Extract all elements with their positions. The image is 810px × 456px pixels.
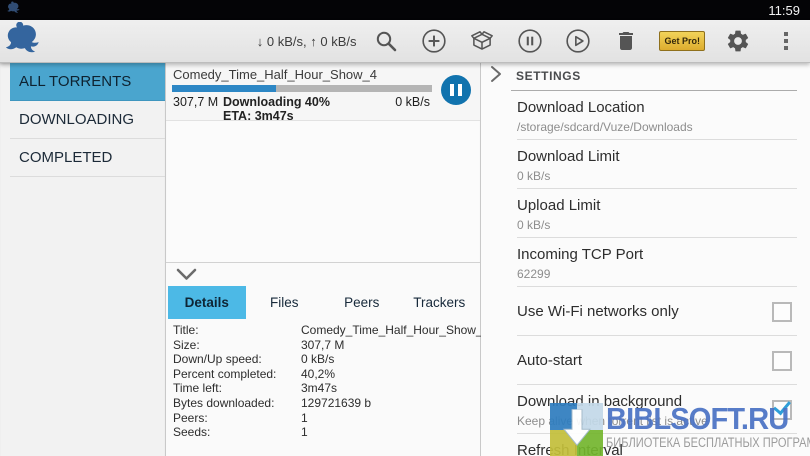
get-pro-button[interactable]: Get Pro!	[659, 31, 705, 51]
open-box-icon	[469, 28, 495, 54]
filter-sidebar: ALL TORRENTS DOWNLOADING COMPLETED	[0, 62, 166, 456]
search-icon	[374, 29, 398, 53]
settings-panel: SETTINGS Download Location /storage/sdca…	[481, 62, 810, 456]
torrent-size: 307,7 M	[173, 95, 223, 123]
sidebar-item-all-torrents[interactable]: ALL TORRENTS	[10, 63, 165, 101]
vuze-frog-logo[interactable]	[5, 22, 43, 62]
status-bar: 11:59	[0, 0, 810, 20]
torrent-eta: ETA: 3m47s	[223, 109, 395, 123]
wifi-only-checkbox[interactable]	[772, 302, 792, 322]
content-area: ALL TORRENTS DOWNLOADING COMPLETED Comed…	[0, 62, 810, 456]
overflow-dots-icon	[784, 32, 788, 50]
tab-peers[interactable]: Peers	[323, 286, 401, 319]
auto-start-checkbox[interactable]	[772, 351, 792, 371]
setting-wifi-only[interactable]: Use Wi-Fi networks only	[481, 287, 810, 336]
overflow-menu-button[interactable]	[773, 28, 799, 54]
settings-header: SETTINGS	[481, 62, 810, 90]
tab-details[interactable]: Details	[168, 286, 246, 319]
torrent-status: Downloading 40%	[223, 95, 395, 109]
play-circle-icon	[565, 28, 591, 54]
gear-icon	[725, 28, 751, 54]
torrent-speed: 0 kB/s	[395, 95, 430, 123]
setting-refresh-interval[interactable]: Refresh Interval	[481, 434, 810, 456]
app-screen: 11:59 ↓ 0 kB/s, ↑ 0 kB/s	[0, 0, 810, 456]
action-bar: ↓ 0 kB/s, ↑ 0 kB/s	[0, 20, 810, 63]
setting-upload-limit[interactable]: Upload Limit 0 kB/s	[481, 189, 810, 238]
detail-row-bytes: Bytes downloaded:129721639 b	[173, 396, 474, 411]
sidebar-item-completed[interactable]: COMPLETED	[10, 139, 165, 177]
setting-incoming-tcp-port[interactable]: Incoming TCP Port 62299	[481, 238, 810, 287]
detail-row-percent: Percent completed:40,2%	[173, 367, 474, 382]
setting-download-in-background[interactable]: Download in background Keep alive when t…	[481, 385, 810, 434]
open-torrent-file-button[interactable]	[469, 28, 495, 54]
detail-row-peers: Peers:1	[173, 411, 474, 426]
setting-auto-start[interactable]: Auto-start	[481, 336, 810, 385]
detail-row-title: Title:Comedy_Time_Half_Hour_Show_4	[173, 323, 474, 338]
pause-all-button[interactable]	[517, 28, 543, 54]
details-tab-bar: Details Files Peers Trackers	[168, 286, 478, 319]
vuze-notification-frog-icon	[7, 1, 21, 20]
delete-torrent-button[interactable]	[613, 28, 639, 54]
details-table: Title:Comedy_Time_Half_Hour_Show_4 Size:…	[173, 323, 474, 440]
tab-files[interactable]: Files	[246, 286, 324, 319]
clock: 11:59	[768, 3, 800, 18]
pause-icon	[450, 84, 454, 96]
detail-row-speed: Down/Up speed:0 kB/s	[173, 352, 474, 367]
torrent-list-panel: Comedy_Time_Half_Hour_Show_4 307,7 M Dow…	[166, 62, 481, 456]
torrent-row[interactable]: Comedy_Time_Half_Hour_Show_4 307,7 M Dow…	[166, 63, 480, 121]
torrent-progress-fill	[172, 85, 276, 92]
tab-trackers[interactable]: Trackers	[401, 286, 479, 319]
search-button[interactable]	[373, 28, 399, 54]
torrent-details-pane: Details Files Peers Trackers Title:Comed…	[166, 262, 480, 456]
add-torrent-button[interactable]	[421, 28, 447, 54]
chevron-right-icon[interactable]	[489, 65, 503, 88]
torrent-name: Comedy_Time_Half_Hour_Show_4	[173, 67, 474, 82]
settings-button[interactable]	[725, 28, 751, 54]
trash-icon	[614, 29, 638, 53]
resume-all-button[interactable]	[565, 28, 591, 54]
torrent-progress-bar	[172, 85, 432, 92]
setting-download-limit[interactable]: Download Limit 0 kB/s	[481, 140, 810, 189]
torrent-pause-button[interactable]	[441, 75, 471, 105]
sidebar-item-downloading[interactable]: DOWNLOADING	[10, 101, 165, 139]
settings-title: SETTINGS	[516, 69, 581, 83]
setting-download-location[interactable]: Download Location /storage/sdcard/Vuze/D…	[481, 91, 810, 140]
pause-circle-icon	[517, 28, 543, 54]
transfer-speed-text: ↓ 0 kB/s, ↑ 0 kB/s	[257, 34, 357, 49]
download-background-checkbox[interactable]	[772, 400, 792, 420]
collapse-details-button[interactable]	[174, 266, 199, 286]
detail-row-timeleft: Time left:3m47s	[173, 381, 474, 396]
chevron-down-icon	[176, 268, 197, 281]
detail-row-seeds: Seeds:1	[173, 425, 474, 440]
detail-row-size: Size:307,7 M	[173, 338, 474, 353]
plus-circle-icon	[421, 28, 447, 54]
